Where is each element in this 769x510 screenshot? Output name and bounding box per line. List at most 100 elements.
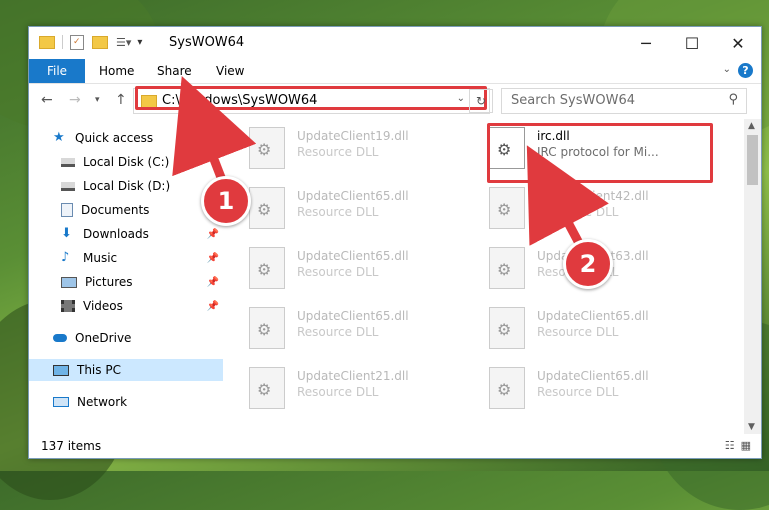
file-highlight-box <box>487 123 713 183</box>
tab-share[interactable]: Share <box>157 59 192 83</box>
sidebar-item-documents[interactable]: Documents <box>29 199 223 221</box>
search-input[interactable]: Search SysWOW64 ⚲ <box>501 88 747 114</box>
refresh-button[interactable]: ↻ <box>469 89 493 113</box>
divider <box>62 35 63 49</box>
file-name: UpdateClient65.dll <box>297 189 409 203</box>
pin-icon[interactable]: 📌 <box>207 229 219 240</box>
refresh-icon: ↻ <box>475 94 487 108</box>
large-icons-view-icon[interactable]: ▦ <box>741 439 751 452</box>
sidebar-item-local-disk-d[interactable]: Local Disk (D:) <box>29 175 223 197</box>
customize-toolbar-icon[interactable]: ☰▾ <box>116 36 131 49</box>
navigation-bar: ← → ▾ ↑ C:\Windows\SysWOW64 ⌄ ↻ Search S… <box>29 84 761 116</box>
list-item[interactable]: UpdateClient42.dll Resource DLL <box>469 183 699 241</box>
file-name: UpdateClient65.dll <box>537 369 649 383</box>
step-two-badge: 2 <box>563 239 613 289</box>
tab-file[interactable]: File <box>29 59 85 83</box>
sidebar-item-videos[interactable]: Videos 📌 <box>29 295 223 317</box>
list-item[interactable]: UpdateClient65.dll Resource DLL <box>229 303 459 361</box>
sidebar-item-pictures[interactable]: Pictures 📌 <box>29 271 223 293</box>
file-type: Resource DLL <box>537 205 619 219</box>
list-item[interactable]: UpdateClient21.dll Resource DLL <box>229 363 459 421</box>
expand-ribbon-icon[interactable]: ⌄ <box>723 64 731 75</box>
videos-icon <box>61 300 75 312</box>
pin-icon[interactable]: 📌 <box>207 253 219 264</box>
documents-icon <box>61 203 73 217</box>
dll-file-icon <box>249 187 285 229</box>
sidebar-item-label: Pictures <box>85 275 133 289</box>
dll-file-icon <box>489 187 525 229</box>
tab-view[interactable]: View <box>216 59 244 83</box>
sidebar-item-local-disk-c[interactable]: Local Disk (C:) <box>29 151 223 173</box>
sidebar-item-label: Local Disk (C:) <box>83 155 170 169</box>
list-item[interactable]: UpdateClient65.dll Resource DLL <box>229 183 459 241</box>
forward-arrow-icon[interactable]: → <box>69 92 81 108</box>
sidebar-item-onedrive[interactable]: OneDrive <box>29 327 223 349</box>
file-type: Resource DLL <box>537 385 619 399</box>
file-name: UpdateClient65.dll <box>297 309 409 323</box>
file-name: UpdateClient42.dll <box>537 189 649 203</box>
list-item[interactable]: UpdateClient65.dll Resource DLL <box>229 243 459 301</box>
file-type: Resource DLL <box>537 325 619 339</box>
file-type: Resource DLL <box>297 205 379 219</box>
file-type: Resource DLL <box>297 325 379 339</box>
pictures-icon <box>61 276 77 288</box>
drive-icon <box>61 181 75 191</box>
address-highlight-box <box>135 86 487 110</box>
dll-file-icon <box>489 307 525 349</box>
drive-icon <box>61 157 75 167</box>
back-arrow-icon[interactable]: ← <box>41 92 53 108</box>
star-icon: ★ <box>53 130 65 145</box>
list-item[interactable]: UpdateClient19.dll Resource DLL <box>229 123 459 181</box>
sidebar-item-label: Network <box>77 395 128 409</box>
pin-icon[interactable]: 📌 <box>207 277 219 288</box>
maximize-button[interactable]: ☐ <box>669 27 715 59</box>
list-item[interactable]: UpdateClient65.dll Resource DLL <box>469 303 699 361</box>
dll-file-icon <box>249 367 285 409</box>
details-view-icon[interactable]: ☷ <box>725 439 735 452</box>
sidebar-item-downloads[interactable]: ⬇ Downloads 📌 <box>29 223 223 245</box>
dll-file-icon <box>249 307 285 349</box>
sidebar-item-label: Videos <box>83 299 123 313</box>
chevron-down-icon[interactable]: ▾ <box>137 37 142 48</box>
pc-icon <box>53 364 69 376</box>
sidebar-item-this-pc[interactable]: This PC <box>29 359 223 381</box>
up-arrow-icon[interactable]: ↑ <box>115 92 127 108</box>
quick-access-toolbar: ✓ ☰▾ ▾ <box>39 33 142 51</box>
window-title: SysWOW64 <box>169 35 245 50</box>
music-icon: ♪ <box>61 250 70 265</box>
vertical-scrollbar[interactable]: ▲ ▼ <box>744 119 761 434</box>
recent-locations-icon[interactable]: ▾ <box>95 95 100 105</box>
explorer-window: ✓ ☰▾ ▾ SysWOW64 ─ ☐ ✕ File Home Share Vi… <box>28 26 762 459</box>
sidebar-item-label: Documents <box>81 203 150 217</box>
sidebar-item-label: Local Disk (D:) <box>83 179 171 193</box>
sidebar-item-label: OneDrive <box>75 331 132 345</box>
minimize-button[interactable]: ─ <box>623 27 669 59</box>
scrollbar-thumb[interactable] <box>747 135 758 185</box>
new-folder-icon[interactable] <box>92 35 108 49</box>
ribbon-tabs: File Home Share View ⌄ ? <box>29 59 761 84</box>
sidebar-item-quick-access[interactable]: ★ Quick access <box>29 127 223 149</box>
pin-icon[interactable]: 📌 <box>207 301 219 312</box>
dll-file-icon <box>249 247 285 289</box>
dll-file-icon <box>249 127 285 169</box>
downloads-icon: ⬇ <box>61 226 72 241</box>
sidebar-item-label: Music <box>83 251 118 265</box>
close-button[interactable]: ✕ <box>715 27 761 59</box>
properties-icon[interactable]: ✓ <box>70 34 84 50</box>
scroll-up-icon[interactable]: ▲ <box>748 121 755 131</box>
file-type: Resource DLL <box>297 265 379 279</box>
onedrive-icon <box>53 334 67 342</box>
scroll-down-icon[interactable]: ▼ <box>748 422 755 432</box>
file-type: Resource DLL <box>297 385 379 399</box>
sidebar-item-label: Quick access <box>75 131 154 145</box>
title-bar: ✓ ☰▾ ▾ SysWOW64 ─ ☐ ✕ <box>29 27 761 59</box>
list-item[interactable]: UpdateClient65.dll Resource DLL <box>469 363 699 421</box>
sidebar-item-label: This PC <box>77 363 121 377</box>
sidebar-item-music[interactable]: ♪ Music 📌 <box>29 247 223 269</box>
file-name: UpdateClient65.dll <box>537 309 649 323</box>
search-icon: ⚲ <box>728 92 738 107</box>
sidebar-item-network[interactable]: Network <box>29 391 223 413</box>
search-placeholder: Search SysWOW64 <box>511 93 635 108</box>
help-button[interactable]: ? <box>738 63 753 78</box>
tab-home[interactable]: Home <box>99 59 134 83</box>
